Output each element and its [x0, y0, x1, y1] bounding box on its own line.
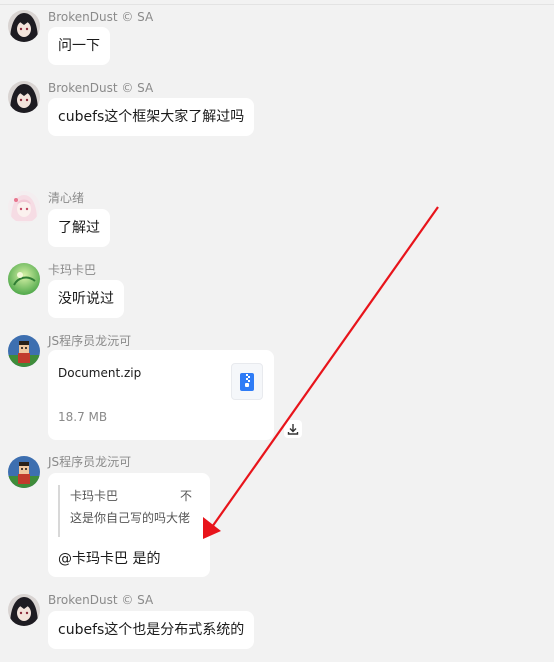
quoted-text: 这是你自己写的吗大佬	[70, 511, 191, 525]
avatar-js-programmer[interactable]	[8, 335, 40, 367]
avatar-brokendust[interactable]	[8, 81, 40, 113]
avatar-brokendust[interactable]	[8, 10, 40, 42]
file-size: 18.7 MB	[58, 410, 108, 424]
download-icon[interactable]	[284, 420, 302, 438]
top-divider	[0, 4, 554, 5]
sender-name: BrokenDust © SA	[48, 593, 154, 607]
message-bubble[interactable]: cubefs这个框架大家了解过吗	[48, 98, 255, 136]
sender-name: JS程序员龙沅可	[48, 455, 132, 469]
reply-message-bubble[interactable]: 卡玛卡巴 不 这是你自己写的吗大佬 @卡玛卡巴 是的	[48, 473, 210, 577]
sender-name: JS程序员龙沅可	[48, 334, 132, 348]
file-attachment-card[interactable]: Document.zip 18.7 MB	[48, 350, 274, 440]
sender-name: BrokenDust © SA	[48, 10, 154, 24]
avatar-js-programmer[interactable]	[8, 456, 40, 488]
message-bubble[interactable]: 问一下	[48, 27, 110, 65]
sender-name: 清心绪	[48, 191, 85, 205]
message-bubble[interactable]: cubefs这个也是分布式系统的	[48, 611, 255, 649]
zip-file-icon	[231, 363, 263, 400]
quoted-message[interactable]: 卡玛卡巴 不 这是你自己写的吗大佬	[58, 485, 202, 537]
reply-text: @卡玛卡巴 是的	[58, 551, 161, 567]
quoted-sender: 卡玛卡巴	[70, 489, 119, 503]
sender-name: 卡玛卡巴	[48, 263, 97, 277]
avatar-qingxinxu[interactable]	[8, 191, 40, 223]
message-bubble[interactable]: 了解过	[48, 209, 110, 247]
avatar-kamakaba[interactable]	[8, 263, 40, 295]
message-bubble[interactable]: 没听说过	[48, 280, 124, 318]
sender-name: BrokenDust © SA	[48, 81, 154, 95]
avatar-brokendust[interactable]	[8, 594, 40, 626]
quote-close-mark: 不	[179, 489, 192, 503]
file-name: Document.zip	[58, 366, 142, 380]
